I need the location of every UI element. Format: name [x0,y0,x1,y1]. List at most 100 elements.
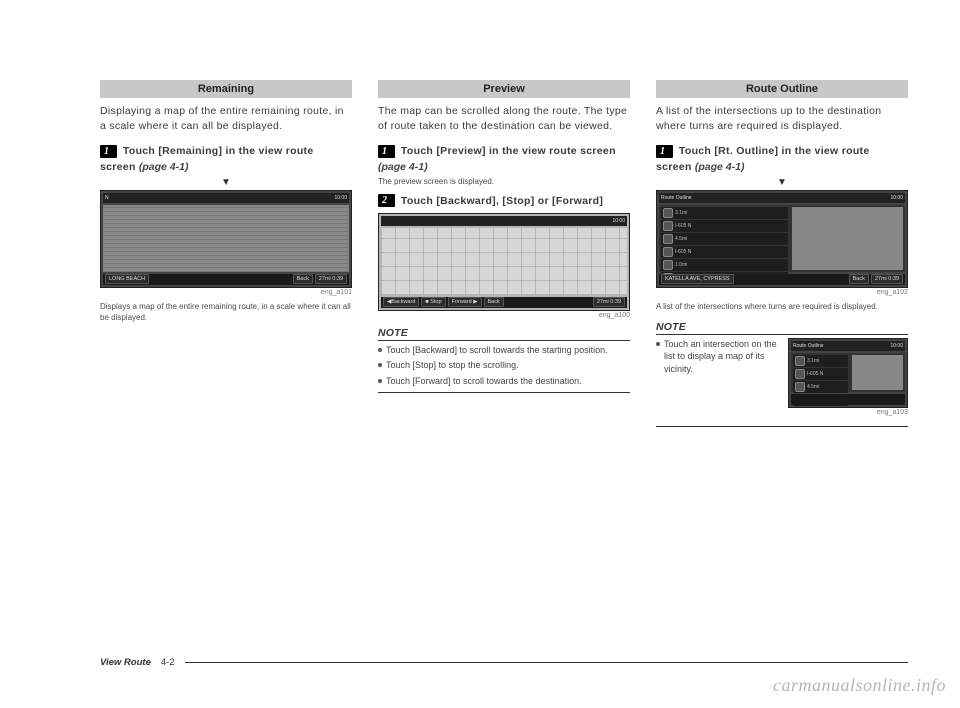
step1-remaining: 1 Touch [Remaining] in the view route sc… [100,144,352,174]
row-text: I-605 N [675,223,691,229]
turn-icon [795,369,805,379]
route-list-row: 3.1mi [793,355,848,367]
clock-label: 10:00 [334,195,347,201]
note-with-image: Touch an intersection on the list to dis… [656,338,908,422]
screen-title: Route Outline [793,343,824,349]
intro-routeoutline: A list of the intersections up to the de… [656,104,908,134]
image-reference: eng_a100 [378,312,630,319]
note-item: Touch [Stop] to stop the scrolling. [386,359,519,372]
clock-label: 10:00 [612,218,625,224]
page-ref: (page 4-1) [139,161,189,173]
bullet-icon [378,379,382,383]
row-text: 1.0mi [675,262,687,268]
header-preview: Preview [378,80,630,98]
header-remaining: Remaining [100,80,352,98]
route-list-row: I-605 N [793,368,848,380]
route-list-row: 1.0mi [793,407,848,408]
note-list-preview: Touch [Backward] to scroll towards the s… [378,344,630,388]
image-reference: eng_a103 [788,409,908,416]
row-text: I-605 N [675,249,691,255]
intro-preview: The map can be scrolled along the route.… [378,104,630,134]
step1-preview: 1 Touch [Preview] in the view route scre… [378,144,630,174]
watermark: carmanualsonline.info [773,675,946,696]
turn-icon [663,208,673,218]
header-routeoutline: Route Outline [656,80,908,98]
back-button: Back [484,297,504,307]
turn-icon [795,356,805,366]
down-arrow-icon: ▼ [656,177,908,188]
row-text: 3.1mi [807,358,819,364]
step1-routeoutline: 1 Touch [Rt. Outline] in the view route … [656,144,908,174]
route-list-row: 4.5mi [793,381,848,393]
step-text: Touch [Remaining] in the view route scre… [100,145,314,172]
back-button: Back [293,274,313,284]
clock-label: 10:00 [890,343,903,349]
row-text: I-605 N [807,371,823,377]
turn-icon [663,221,673,231]
step-number-icon: 1 [378,145,395,158]
stop-button: ■ Stop [421,297,445,307]
intro-remaining: Displaying a map of the entire remaining… [100,104,352,134]
note-heading: NOTE [378,327,630,341]
footer-rule [185,662,908,663]
screenshot-preview: 10:00 ◀Backward ■ Stop Forward ▶ Back 27… [378,213,630,311]
step-text: Touch [Backward], [Stop] or [Forward] [401,195,603,207]
forward-button: Forward ▶ [448,297,482,307]
distance-label: 27mi 0:39 [315,274,347,284]
bullet-icon [378,348,382,352]
route-list-row: I-605 N [661,246,788,258]
route-list-row: 3.1mi [661,207,788,219]
turn-icon [663,260,673,270]
caption-routeoutline: A list of the intersections where turns … [656,302,908,313]
step-number-icon: 1 [656,145,673,158]
bullet-icon [656,342,660,346]
bullet-icon [378,363,382,367]
page-ref: (page 4-1) [695,161,745,173]
compass-icon: N [105,195,109,201]
screenshot-routeoutline-small: Route Outline 10:00 3.1miI-605 N4.5miI-6… [788,338,908,408]
caption-preview1: The preview screen is displayed. [378,177,630,188]
step-text: Touch [Preview] in the view route screen [401,145,616,157]
screenshot-routeoutline: Route Outline 10:00 3.1mi I-605 N 4.5mi I-6… [656,190,908,288]
column-remaining: Remaining Displaying a map of the entire… [100,80,352,427]
backward-button: ◀Backward [383,297,419,307]
route-list-row: 4.5mi [661,233,788,245]
distance-label: 27mi 0:39 [871,274,903,284]
step2-preview: 2 Touch [Backward], [Stop] or [Forward] [378,194,630,209]
image-reference: eng_a101 [100,289,352,296]
back-button: Back [849,274,869,284]
footer-page: 4-2 [161,657,175,668]
step-text: Touch [Rt. Outline] in the view route sc… [656,145,870,172]
step-number-icon: 1 [100,145,117,158]
note-item: Touch [Forward] to scroll towards the de… [386,375,582,388]
mini-map [852,355,903,390]
page-ref: (page 4-1) [378,161,428,173]
clock-label: 10:00 [890,195,903,201]
row-text: 4.5mi [675,236,687,242]
note-end-rule [378,392,630,393]
route-list-row: 1.0mi [661,259,788,271]
mini-map [792,207,903,270]
screenshot-remaining: N 10:00 LONG BEACH Back 27mi 0:39 [100,190,352,288]
caption-remaining: Displays a map of the entire remaining r… [100,302,352,324]
route-list-body: 3.1miI-605 N4.5miI-605 N1.0mi2.0mi [659,205,905,272]
page-footer: View Route 4-2 [100,657,908,668]
column-preview: Preview The map can be scrolled along th… [378,80,630,427]
turn-icon [663,247,673,257]
distance-label: 27mi 0:39 [593,297,625,307]
step-number-icon: 2 [378,194,395,207]
turn-icon [663,234,673,244]
turn-icon [795,382,805,392]
row-text: 4.5mi [807,384,819,390]
note-item: Touch [Backward] to scroll towards the s… [386,344,608,357]
screen-title: Route Outline [661,195,692,201]
column-route-outline: Route Outline A list of the intersection… [656,80,908,427]
row-text: 3.1mi [675,210,687,216]
footer-title: View Route [100,657,151,668]
note-end-rule [656,426,908,427]
note-heading: NOTE [656,321,908,335]
down-arrow-icon: ▼ [100,177,352,188]
bottom-label: KATELLA AVE, CYPRESS [661,274,734,284]
image-reference: eng_a102 [656,289,908,296]
route-list-row: I-605 N [661,220,788,232]
